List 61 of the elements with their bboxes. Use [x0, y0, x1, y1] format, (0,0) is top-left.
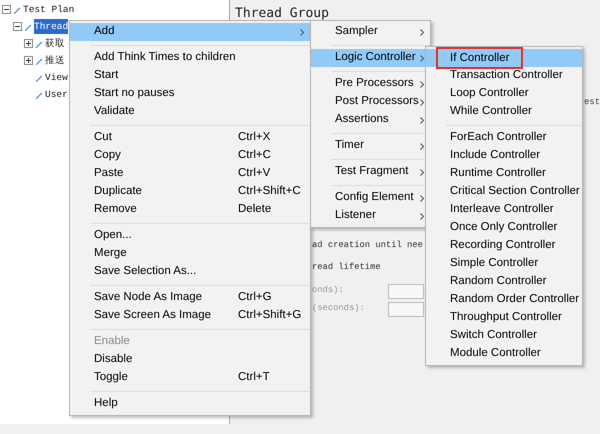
menu-item[interactable]: Switch Controller [426, 327, 582, 345]
node-icon [12, 4, 22, 14]
menu-item[interactable]: Validate [70, 103, 310, 121]
menu-item[interactable]: Random Order Controller [426, 291, 582, 309]
expand-icon[interactable] [24, 39, 33, 48]
menu-item[interactable]: Start no pauses [70, 85, 310, 103]
menu-item[interactable]: Paste Ctrl+V [70, 165, 310, 183]
chevron-icon [420, 168, 424, 176]
expand-icon[interactable] [24, 56, 33, 65]
chevron-icon [420, 98, 424, 106]
menu-item[interactable]: Help [70, 395, 310, 413]
menu-item[interactable]: Sampler [311, 23, 430, 41]
tree-item[interactable]: Test Plan [23, 2, 74, 17]
menu-item[interactable]: Merge [70, 245, 310, 263]
menu-item[interactable]: Toggle Ctrl+T [70, 369, 310, 387]
chevron-icon [420, 54, 424, 62]
node-icon [34, 38, 44, 48]
menu-item[interactable]: Save Node As Image Ctrl+G [70, 289, 310, 307]
checkbox-label: ad creation until nee [312, 238, 423, 252]
tree-item[interactable]: 获取 [45, 36, 65, 51]
input-field[interactable] [388, 302, 424, 317]
tree-item[interactable]: View [45, 70, 68, 85]
menu-item[interactable]: Save Selection As... [70, 263, 310, 281]
tree-item[interactable]: 推送 [45, 53, 65, 68]
input-field[interactable] [388, 284, 424, 299]
chevron-icon [420, 28, 424, 36]
collapse-icon[interactable] [2, 5, 11, 14]
menu-item[interactable]: Add Think Times to children [70, 49, 310, 67]
panel-title: Thread Group [235, 5, 329, 23]
menu-item[interactable]: Cut Ctrl+X [70, 129, 310, 147]
chevron-icon [420, 116, 424, 124]
node-icon [34, 56, 44, 66]
node-icon [34, 72, 44, 82]
node-icon [34, 90, 44, 100]
chevron-icon [420, 212, 424, 220]
menu-item[interactable]: Start [70, 67, 310, 85]
menu-item[interactable]: Disable [70, 351, 310, 369]
field-label: onds): [312, 284, 345, 298]
panel-text: est [584, 96, 600, 108]
menu-item[interactable]: Random Controller [426, 273, 582, 291]
chevron-icon [420, 80, 424, 88]
chevron-icon [420, 194, 424, 202]
chevron-icon [300, 28, 304, 36]
menu-item[interactable]: Recording Controller [426, 237, 582, 255]
menu-item[interactable]: Add [70, 23, 310, 41]
menu-item[interactable]: Module Controller [426, 345, 582, 363]
menu-item[interactable]: Save Screen As Image Ctrl+Shift+G [70, 307, 310, 325]
node-icon [23, 22, 33, 32]
menu-item[interactable]: If Controller [426, 49, 582, 67]
menu-item[interactable]: Open... [70, 227, 310, 245]
menu-item[interactable]: Duplicate Ctrl+Shift+C [70, 183, 310, 201]
collapse-icon[interactable] [13, 22, 22, 31]
tree-item[interactable]: Thread [34, 19, 68, 34]
menu-item[interactable]: Simple Controller [426, 255, 582, 273]
chevron-icon [420, 142, 424, 150]
checkbox-label: read lifetime [312, 260, 381, 274]
menu-item[interactable]: Throughput Controller [426, 309, 582, 327]
menu-item[interactable]: Copy Ctrl+C [70, 147, 310, 165]
field-label: (seconds): [312, 302, 366, 316]
tree-item[interactable]: User [45, 87, 68, 102]
menu-item[interactable]: Remove Delete [70, 201, 310, 219]
